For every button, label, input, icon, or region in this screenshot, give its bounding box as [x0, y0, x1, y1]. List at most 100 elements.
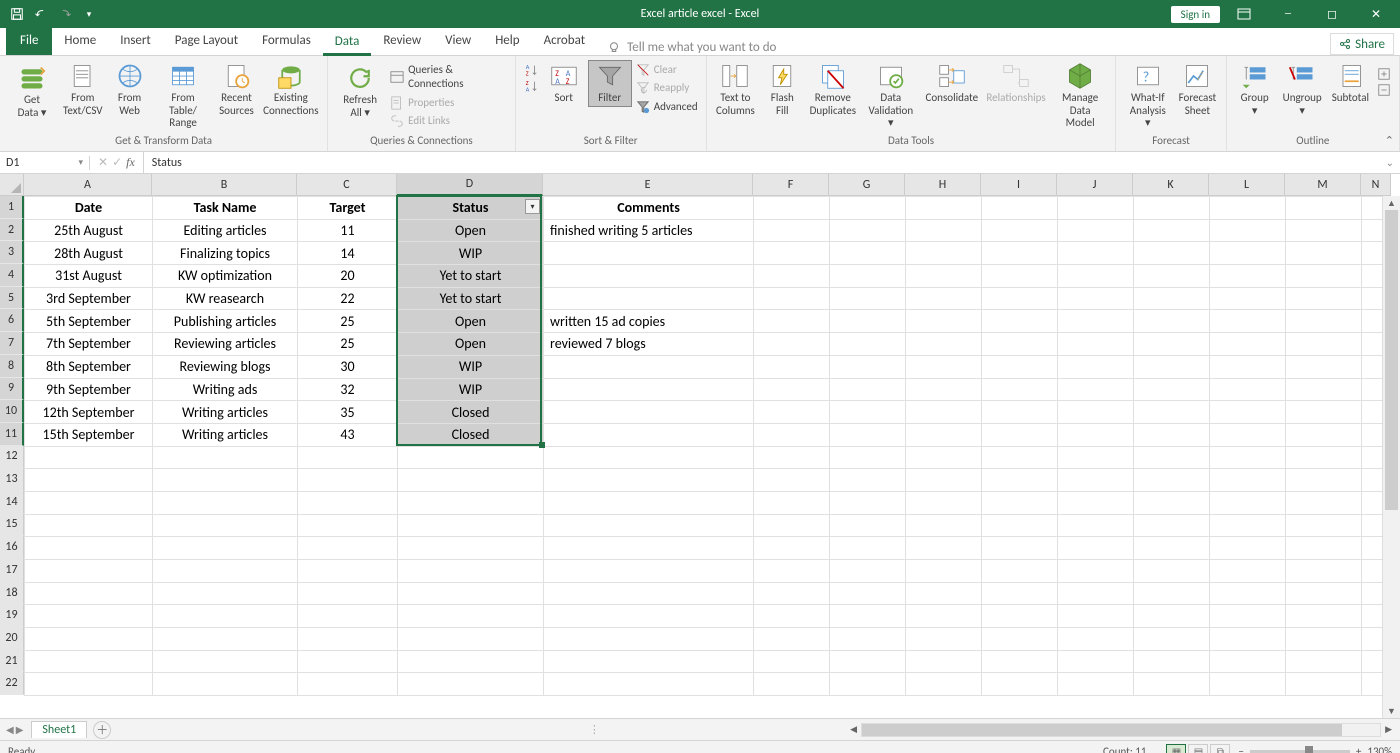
cell-L1[interactable] — [1210, 197, 1286, 220]
cell-M20[interactable] — [1286, 628, 1362, 651]
cell-B19[interactable] — [153, 605, 298, 628]
cell-B9[interactable]: Writing ads — [153, 378, 298, 401]
cell-I3[interactable] — [982, 242, 1058, 265]
cell-B15[interactable] — [153, 514, 298, 537]
cell-K3[interactable] — [1134, 242, 1210, 265]
cell-H1[interactable] — [906, 197, 982, 220]
row-header-20[interactable]: 20 — [0, 627, 24, 650]
cell-L17[interactable] — [1210, 560, 1286, 583]
cell-G19[interactable] — [830, 605, 906, 628]
cell-B4[interactable]: KW optimization — [153, 265, 298, 288]
cell-C16[interactable] — [298, 537, 398, 560]
select-all-corner[interactable] — [0, 174, 24, 196]
cell-D19[interactable] — [398, 605, 544, 628]
cell-L10[interactable] — [1210, 401, 1286, 424]
cell-D15[interactable] — [398, 514, 544, 537]
cell-H10[interactable] — [906, 401, 982, 424]
cell-D21[interactable] — [398, 650, 544, 673]
cell-G10[interactable] — [830, 401, 906, 424]
chevron-down-icon[interactable]: ▾ — [78, 157, 83, 168]
subtotal-button[interactable]: Subtotal — [1328, 60, 1373, 107]
minimize-icon[interactable]: ─ — [1268, 0, 1308, 28]
cell-J22[interactable] — [1058, 673, 1134, 696]
row-header-21[interactable]: 21 — [0, 650, 24, 673]
cell-L13[interactable] — [1210, 469, 1286, 492]
cell-F7[interactable] — [754, 333, 830, 356]
cell-E10[interactable] — [544, 401, 754, 424]
tab-page-layout[interactable]: Page Layout — [163, 27, 250, 55]
cell-J2[interactable] — [1058, 219, 1134, 242]
relationships-button[interactable]: Relationships — [983, 60, 1048, 107]
cell-K14[interactable] — [1134, 491, 1210, 514]
cell-K18[interactable] — [1134, 582, 1210, 605]
page-break-view-icon[interactable]: ⧉ — [1210, 744, 1230, 753]
cell-M10[interactable] — [1286, 401, 1362, 424]
cell-L22[interactable] — [1210, 673, 1286, 696]
cell-D10[interactable]: Closed — [398, 401, 544, 424]
cell-F22[interactable] — [754, 673, 830, 696]
insert-function-icon[interactable]: fx — [126, 155, 135, 170]
cell-J21[interactable] — [1058, 650, 1134, 673]
row-header-14[interactable]: 14 — [0, 491, 24, 514]
cell-C18[interactable] — [298, 582, 398, 605]
cell-L20[interactable] — [1210, 628, 1286, 651]
cell-D22[interactable] — [398, 673, 544, 696]
cell-G20[interactable] — [830, 628, 906, 651]
collapse-ribbon-icon[interactable]: ⌃ — [1385, 134, 1394, 147]
cell-H12[interactable] — [906, 446, 982, 469]
cell-H11[interactable] — [906, 423, 982, 446]
recent-sources-button[interactable]: Recent Sources — [215, 60, 259, 119]
cell-L14[interactable] — [1210, 491, 1286, 514]
scroll-up-icon[interactable]: ▲ — [1383, 196, 1400, 210]
cell-B3[interactable]: Finalizing topics — [153, 242, 298, 265]
cell-F8[interactable] — [754, 355, 830, 378]
cell-K22[interactable] — [1134, 673, 1210, 696]
cell-A5[interactable]: 3rd September — [25, 287, 153, 310]
cell-D11[interactable]: Closed — [398, 423, 544, 446]
cell-B7[interactable]: Reviewing articles — [153, 333, 298, 356]
cell-F5[interactable] — [754, 287, 830, 310]
row-header-5[interactable]: 5 — [0, 287, 24, 310]
cell-B16[interactable] — [153, 537, 298, 560]
column-header-B[interactable]: B — [152, 174, 297, 196]
cell-G5[interactable] — [830, 287, 906, 310]
tab-insert[interactable]: Insert — [108, 27, 163, 55]
row-header-4[interactable]: 4 — [0, 264, 24, 287]
cell-E21[interactable] — [544, 650, 754, 673]
cell-J17[interactable] — [1058, 560, 1134, 583]
cell-M3[interactable] — [1286, 242, 1362, 265]
expand-formula-bar-icon[interactable]: ⌄ — [1380, 156, 1400, 169]
row-header-3[interactable]: 3 — [0, 241, 24, 264]
cell-B22[interactable] — [153, 673, 298, 696]
cell-M1[interactable] — [1286, 197, 1362, 220]
cell-K5[interactable] — [1134, 287, 1210, 310]
cell-F18[interactable] — [754, 582, 830, 605]
cell-M14[interactable] — [1286, 491, 1362, 514]
cell-K21[interactable] — [1134, 650, 1210, 673]
cell-A14[interactable] — [25, 491, 153, 514]
cell-B20[interactable] — [153, 628, 298, 651]
cell-H9[interactable] — [906, 378, 982, 401]
cell-K8[interactable] — [1134, 355, 1210, 378]
cell-K13[interactable] — [1134, 469, 1210, 492]
page-layout-view-icon[interactable]: ▤ — [1188, 744, 1208, 753]
row-header-7[interactable]: 7 — [0, 332, 24, 355]
tab-view[interactable]: View — [433, 27, 483, 55]
cell-J7[interactable] — [1058, 333, 1134, 356]
remove-duplicates-button[interactable]: Remove Duplicates — [806, 60, 859, 119]
cell-K1[interactable] — [1134, 197, 1210, 220]
sheet-nav[interactable]: ◀▶ — [0, 723, 29, 736]
text-to-columns-button[interactable]: Text to Columns — [713, 60, 759, 119]
cell-J12[interactable] — [1058, 446, 1134, 469]
cell-L11[interactable] — [1210, 423, 1286, 446]
cell-D5[interactable]: Yet to start — [398, 287, 544, 310]
cell-K12[interactable] — [1134, 446, 1210, 469]
cell-D20[interactable] — [398, 628, 544, 651]
cell-F6[interactable] — [754, 310, 830, 333]
cell-H18[interactable] — [906, 582, 982, 605]
cell-I2[interactable] — [982, 219, 1058, 242]
horizontal-scrollbar[interactable]: ◀ ▶ — [600, 723, 1400, 737]
cell-D13[interactable] — [398, 469, 544, 492]
cell-E18[interactable] — [544, 582, 754, 605]
from-web-button[interactable]: From Web — [108, 60, 152, 119]
